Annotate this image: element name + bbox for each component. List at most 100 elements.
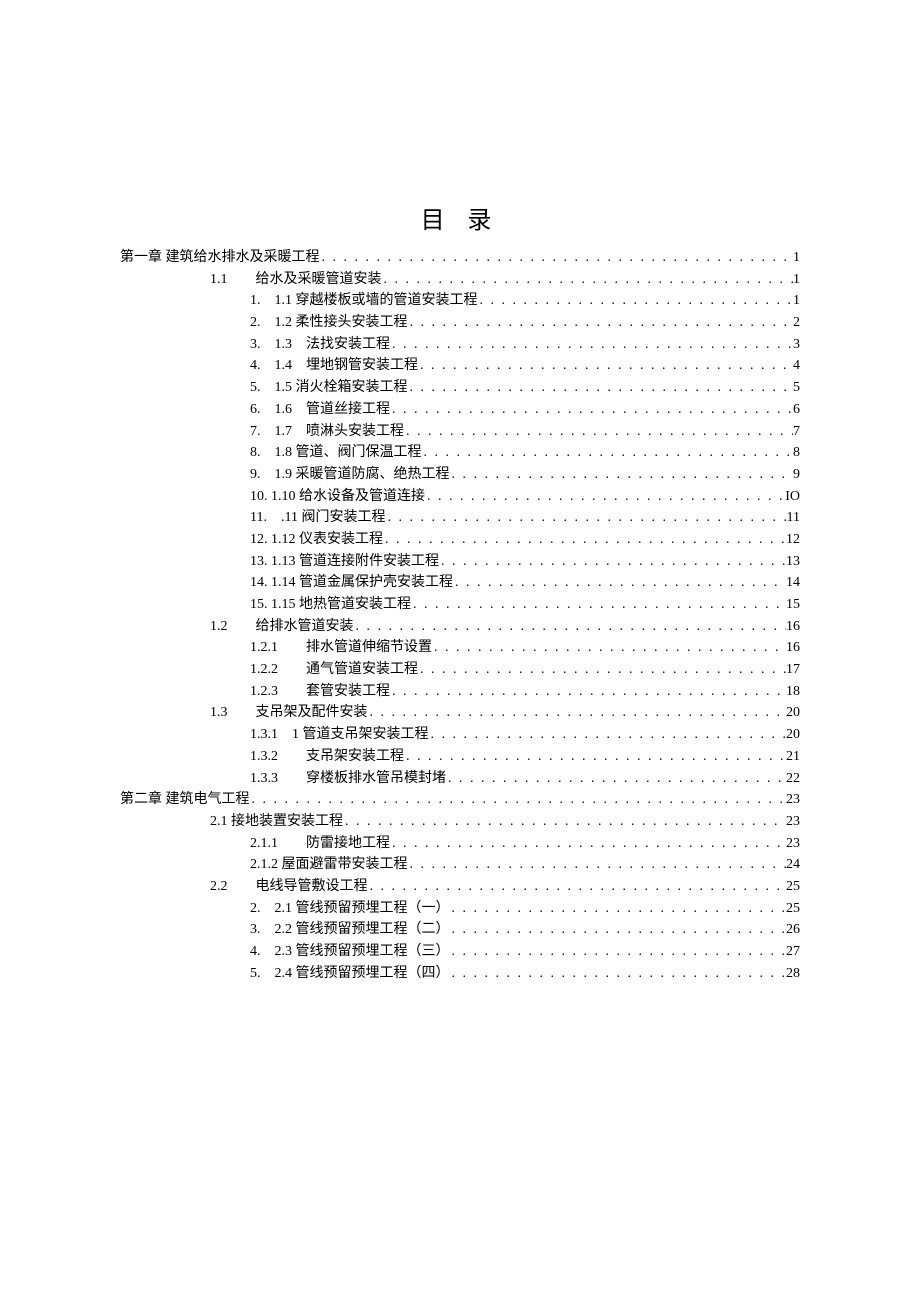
toc-entry: 1.1 给水及采暖管道安装1 bbox=[120, 269, 800, 291]
toc-entry-page: 14 bbox=[786, 572, 800, 594]
toc-entry: 9. 1.9 采暖管道防腐、绝热工程9 bbox=[120, 464, 800, 486]
toc-leader-dots bbox=[343, 811, 786, 833]
toc-entry-label: 第二章 建筑电气工程 bbox=[120, 789, 250, 811]
toc-entry-label: 10. 1.10 给水设备及管道连接 bbox=[250, 486, 425, 508]
toc-entry-page: IO bbox=[785, 486, 800, 508]
toc-title: 目 录 bbox=[120, 200, 800, 235]
toc-entry-page: 27 bbox=[786, 941, 800, 963]
toc-leader-dots bbox=[411, 594, 786, 616]
toc-entry: 11. .11 阀门安装工程 11 bbox=[120, 507, 800, 529]
toc-entry: 1.3.2 支吊架安装工程21 bbox=[120, 746, 800, 768]
toc-entry-page: 1 bbox=[793, 269, 800, 291]
toc-entry-page: 22 bbox=[786, 768, 800, 790]
toc-entry-label: 6. 1.6 管道丝接工程 bbox=[250, 399, 390, 421]
toc-entry-label: 3. 2.2 管线预留预埋工程（二） bbox=[250, 919, 450, 941]
toc-entry-label: 2.1.1 防雷接地工程 bbox=[250, 833, 390, 855]
toc-entry-page: 26 bbox=[786, 919, 800, 941]
toc-leader-dots bbox=[446, 768, 786, 790]
toc-entry-page: 4 bbox=[793, 355, 800, 377]
toc-entry: 15. 1.15 地热管道安装工程15 bbox=[120, 594, 800, 616]
toc-entry-label: 5. 2.4 管线预留预埋工程（四） bbox=[250, 963, 450, 985]
toc-entry-label: 1.2.3 套管安装工程 bbox=[250, 681, 390, 703]
toc-entry-page: 25 bbox=[786, 876, 800, 898]
toc-entry-label: 4. 1.4 埋地钢管安装工程 bbox=[250, 355, 418, 377]
toc-leader-dots bbox=[450, 464, 794, 486]
toc-entry-page: 1 bbox=[793, 247, 800, 269]
toc-entry-page: 11 bbox=[787, 507, 800, 529]
toc-entry-label: 5. 1.5 消火栓箱安装工程 bbox=[250, 377, 408, 399]
toc-entry-label: 2.1 接地装置安装工程 bbox=[210, 811, 343, 833]
toc-leader-dots bbox=[425, 486, 785, 508]
toc-entry-page: 20 bbox=[786, 724, 800, 746]
toc-leader-dots bbox=[404, 421, 793, 443]
toc-entry: 3. 2.2 管线预留预埋工程（二） 26 bbox=[120, 919, 800, 941]
toc-entry-label: 9. 1.9 采暖管道防腐、绝热工程 bbox=[250, 464, 450, 486]
toc-leader-dots bbox=[354, 616, 787, 638]
toc-entry: 第一章 建筑给水排水及采暖工程 1 bbox=[120, 247, 800, 269]
toc-entry-label: 第一章 建筑给水排水及采暖工程 bbox=[120, 247, 320, 269]
toc-leader-dots bbox=[368, 702, 787, 724]
toc-entry-page: 15 bbox=[786, 594, 800, 616]
toc-entry: 1.2.1 排水管道伸缩节设置 16 bbox=[120, 637, 800, 659]
toc-entry-page: 24 bbox=[786, 854, 800, 876]
toc-entry-page: 3 bbox=[793, 334, 800, 356]
table-of-contents: 第一章 建筑给水排水及采暖工程 11.1 给水及采暖管道安装11. 1.1 穿越楼… bbox=[120, 247, 800, 984]
toc-entry: 2. 2.1 管线预留预埋工程（一）25 bbox=[120, 898, 800, 920]
toc-entry: 7. 1.7 喷淋头安装工程 7 bbox=[120, 421, 800, 443]
toc-leader-dots bbox=[408, 854, 787, 876]
document-page: 目 录 第一章 建筑给水排水及采暖工程 11.1 给水及采暖管道安装11. 1.1… bbox=[0, 0, 920, 1301]
toc-entry: 2.1.2 屋面避雷带安装工程24 bbox=[120, 854, 800, 876]
toc-entry: 10. 1.10 给水设备及管道连接 IO bbox=[120, 486, 800, 508]
toc-entry: 6. 1.6 管道丝接工程 6 bbox=[120, 399, 800, 421]
toc-entry: 2.1 接地装置安装工程 23 bbox=[120, 811, 800, 833]
toc-leader-dots bbox=[390, 833, 786, 855]
toc-entry-page: 12 bbox=[786, 529, 800, 551]
toc-entry-label: 3. 1.3 法找安装工程 bbox=[250, 334, 390, 356]
toc-leader-dots bbox=[250, 789, 787, 811]
toc-entry: 2.2 电线导管敷设工程25 bbox=[120, 876, 800, 898]
toc-entry-label: 1.2.1 排水管道伸缩节设置 bbox=[250, 637, 432, 659]
toc-entry-page: 1 bbox=[793, 290, 800, 312]
toc-entry-label: 2. 2.1 管线预留预埋工程（一） bbox=[250, 898, 450, 920]
toc-entry-label: 7. 1.7 喷淋头安装工程 bbox=[250, 421, 404, 443]
toc-entry: 8. 1.8 管道、阀门保温工程 8 bbox=[120, 442, 800, 464]
toc-leader-dots bbox=[478, 290, 794, 312]
toc-leader-dots bbox=[432, 637, 786, 659]
toc-leader-dots bbox=[418, 659, 786, 681]
toc-entry-page: 13 bbox=[786, 551, 800, 573]
toc-leader-dots bbox=[320, 247, 794, 269]
toc-entry: 12. 1.12 仪表安装工程12 bbox=[120, 529, 800, 551]
toc-leader-dots bbox=[385, 507, 786, 529]
toc-entry-label: 1.2 给排水管道安装 bbox=[210, 616, 354, 638]
toc-entry: 5. 1.5 消火栓箱安装工程 5 bbox=[120, 377, 800, 399]
toc-entry-page: 17 bbox=[786, 659, 800, 681]
toc-entry-label: 1.3.2 支吊架安装工程 bbox=[250, 746, 404, 768]
toc-entry-page: 16 bbox=[786, 637, 800, 659]
toc-entry: 4. 1.4 埋地钢管安装工程 4 bbox=[120, 355, 800, 377]
toc-entry-page: 7 bbox=[793, 421, 800, 443]
toc-entry-label: 13. 1.13 管道连接附件安装工程 bbox=[250, 551, 439, 573]
toc-leader-dots bbox=[382, 269, 794, 291]
toc-leader-dots bbox=[390, 399, 793, 421]
toc-entry-label: 1.3 支吊架及配件安装 bbox=[210, 702, 368, 724]
toc-leader-dots bbox=[390, 681, 786, 703]
toc-entry-page: 2 bbox=[793, 312, 800, 334]
toc-entry: 1.3 支吊架及配件安装20 bbox=[120, 702, 800, 724]
toc-entry: 1.2 给排水管道安装 16 bbox=[120, 616, 800, 638]
toc-entry: 2.1.1 防雷接地工程 23 bbox=[120, 833, 800, 855]
toc-entry-label: 14. 1.14 管道金属保护壳安装工程 bbox=[250, 572, 453, 594]
toc-entry-label: 1. 1.1 穿越楼板或墙的管道安装工程 bbox=[250, 290, 478, 312]
toc-entry: 5. 2.4 管线预留预埋工程（四） 28 bbox=[120, 963, 800, 985]
toc-entry-label: 11. .11 阀门安装工程 bbox=[250, 507, 385, 529]
toc-entry-label: 8. 1.8 管道、阀门保温工程 bbox=[250, 442, 422, 464]
toc-entry-page: 28 bbox=[786, 963, 800, 985]
toc-entry-page: 23 bbox=[786, 833, 800, 855]
toc-entry-page: 16 bbox=[786, 616, 800, 638]
toc-leader-dots bbox=[368, 876, 787, 898]
toc-entry-page: 8 bbox=[793, 442, 800, 464]
toc-entry-page: 5 bbox=[793, 377, 800, 399]
toc-entry-page: 6 bbox=[793, 399, 800, 421]
toc-entry-page: 18 bbox=[786, 681, 800, 703]
toc-entry-page: 23 bbox=[786, 811, 800, 833]
toc-entry: 1.3.1 1 管道支吊架安装工程20 bbox=[120, 724, 800, 746]
